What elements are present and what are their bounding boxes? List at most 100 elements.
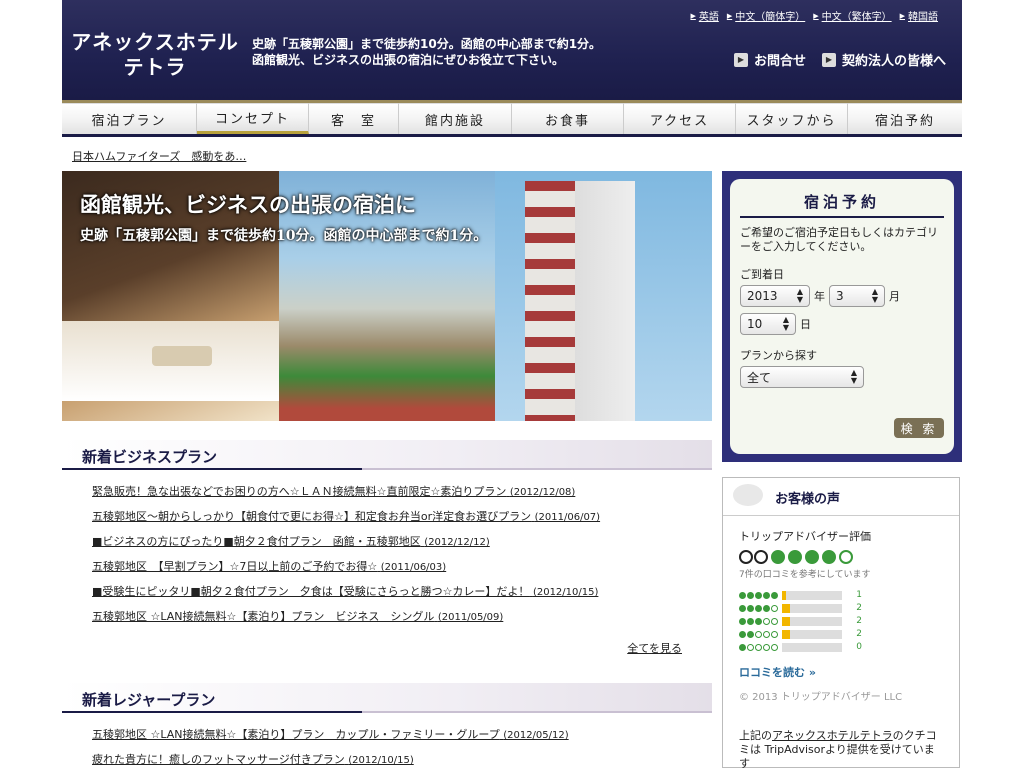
hotel-logo[interactable]: アネックスホテル テトラ: [70, 30, 240, 80]
nav-item-access[interactable]: アクセス: [624, 103, 736, 134]
lang-chinese-simplified-link[interactable]: ▶ 中文（簡体字）: [726, 8, 806, 24]
contact-label: お問合せ: [753, 54, 806, 69]
play-arrow-icon: ▶: [733, 52, 748, 67]
plan-link[interactable]: 五稜郭地区 【早割プラン】☆7日以上前のご予約でお得☆ (2011/06/03): [92, 559, 712, 576]
plan-title: ■ビジネスの方にぴったり■朝夕２食付プラン 函館・五稜郭地区: [92, 535, 421, 548]
plan-link[interactable]: ■受験生にピッタリ■朝夕２食付プラン 夕食は【受験にさらっと勝つ☆カレー】だよ！…: [92, 584, 712, 601]
plan-link[interactable]: 緊急販売！急な出張などでお困りの方へ☆ＬＡＮ接続無料☆直前限定☆素泊りプラン (…: [92, 484, 712, 501]
month-unit: 月: [889, 290, 900, 303]
corporate-button[interactable]: ▶ 契約法人の皆様へ: [821, 50, 946, 69]
distribution-bar: [782, 629, 842, 639]
lang-label: 中文（繁体字）: [821, 12, 892, 23]
rating-bubble: [839, 550, 853, 564]
nav-item-plans[interactable]: 宿泊プラン: [62, 103, 197, 134]
day-value: 10: [747, 317, 763, 331]
plan-date: (2011/06/07): [534, 512, 601, 523]
mini-bubbles: [739, 617, 778, 625]
hotel-review-link[interactable]: アネックスホテルテトラ: [772, 729, 893, 742]
nav-item-concept[interactable]: コンセプト: [197, 103, 309, 134]
contact-button[interactable]: ▶ お問合せ: [733, 50, 806, 69]
rating-bubble: [771, 550, 785, 564]
spinner-icon: ▲ ▼: [782, 315, 789, 332]
plan-title: 五稜郭地区 ☆LAN接続無料☆【素泊り】プラン ビジネス シングル: [92, 610, 435, 623]
rating-distribution-row: 1: [739, 590, 943, 600]
distribution-bar: [782, 603, 842, 613]
leisure-plans-section: 新着レジャープラン 五稜郭地区 ☆LAN接続無料☆【素泊り】プラン カップル・フ…: [62, 683, 712, 768]
distribution-count: 1: [856, 590, 862, 600]
logo-line1: アネックスホテル: [71, 30, 239, 54]
distribution-count: 0: [856, 642, 862, 652]
lang-english-link[interactable]: ▶ 英語: [690, 8, 719, 24]
read-reviews-link[interactable]: ロコミを読む »: [739, 664, 943, 680]
nav-item-rooms[interactable]: 客 室: [309, 103, 399, 134]
plan-title: 疲れた貴方に！癒しのフットマッサージ付きプラン: [92, 753, 345, 766]
see-all-link[interactable]: 全てを見る: [627, 640, 682, 656]
plan-link[interactable]: 五稜郭地区 ☆LAN接続無料☆【素泊り】プラン カップル・ファミリー・グループ …: [92, 727, 712, 744]
search-button[interactable]: 検 索: [894, 418, 944, 438]
nav-item-dining[interactable]: お食事: [512, 103, 624, 134]
plan-title: 五稜郭地区 ☆LAN接続無料☆【素泊り】プラン カップル・ファミリー・グループ: [92, 728, 500, 741]
lang-chinese-traditional-link[interactable]: ▶ 中文（繁体字）: [813, 8, 892, 24]
nav-item-staff[interactable]: スタッフから: [736, 103, 848, 134]
plan-link[interactable]: ■ビジネスの方にぴったり■朝夕２食付プラン 函館・五稜郭地区 (2012/12/…: [92, 534, 712, 551]
plan-label: プランから探す: [740, 349, 817, 362]
lang-label: 英語: [698, 12, 719, 23]
spinner-icon: ▲ ▼: [850, 368, 857, 385]
leisure-plan-list: 五稜郭地区 ☆LAN接続無料☆【素泊り】プラン カップル・ファミリー・グループ …: [62, 727, 712, 768]
distribution-count: 2: [856, 616, 862, 626]
speech-bubble-icon: [733, 484, 763, 506]
hero-text: 函館観光、ビジネスの出張の宿泊に 史跡「五稜郭公園」まで徒歩約10分。函館の中心…: [80, 189, 487, 245]
note-text: 上記の: [739, 729, 772, 742]
spinner-icon: ▲ ▼: [871, 287, 878, 304]
month-value: 3: [836, 289, 844, 303]
hero-headline: 函館観光、ビジネスの出張の宿泊に: [80, 192, 416, 217]
header-buttons: ▶ お問合せ ▶ 契約法人の皆様へ: [733, 50, 946, 69]
month-select[interactable]: 3 ▲ ▼: [829, 285, 885, 307]
lang-label: 中文（簡体字）: [735, 12, 806, 23]
rating-distribution-row: 0: [739, 642, 943, 652]
news-ticker-link[interactable]: 日本ハムファイターズ 感動をあ…: [72, 148, 246, 164]
plan-select[interactable]: 全て ▲ ▼: [740, 366, 864, 388]
rating-distribution-row: 2: [739, 616, 943, 626]
copyright: © 2013 トリップアドバイザー LLC: [739, 692, 903, 703]
plan-date: (2012/10/15): [348, 755, 414, 766]
day-select[interactable]: 10 ▲ ▼: [740, 313, 796, 335]
distribution-count: 2: [856, 629, 862, 639]
rating-bubble: [788, 550, 802, 564]
rating-bubble: [805, 550, 819, 564]
plan-date: (2012/12/08): [509, 487, 576, 498]
tripadvisor-note: 上記のアネックスホテルテトラのクチコミは TripAdvisorより提供を受けて…: [739, 729, 943, 768]
arrow-icon: ▶: [899, 11, 905, 20]
plan-link[interactable]: 疲れた貴方に！癒しのフットマッサージ付きプラン (2012/10/15): [92, 752, 712, 768]
year-select[interactable]: 2013 ▲ ▼: [740, 285, 810, 307]
mini-bubbles: [739, 591, 778, 599]
plan-date: (2011/06/03): [380, 562, 447, 573]
review-count: 7件の口コミを参考にしています: [739, 570, 871, 580]
section-header: 新着レジャープラン: [62, 683, 712, 713]
arrival-label: ご到着日: [740, 268, 784, 281]
plan-link[interactable]: 五稜郭地区 ☆LAN接続無料☆【素泊り】プラン ビジネス シングル (2011/…: [92, 609, 712, 626]
nav-item-reservation[interactable]: 宿泊予約: [848, 103, 962, 134]
mini-bubbles: [739, 630, 778, 638]
reservation-description: ご希望のご宿泊予定日もしくはカテゴリーをご入力してください。: [740, 226, 938, 253]
day-unit: 日: [800, 318, 811, 331]
header-tagline: 史跡「五稜郭公園」まで徒歩約10分。函館の中心部まで約1分。 函館観光、ビジネス…: [252, 36, 601, 68]
rating-distribution-row: 2: [739, 629, 943, 639]
plan-date: (2011/05/09): [437, 612, 504, 623]
rating-bubbles: [739, 550, 943, 564]
spinner-icon: ▲ ▼: [796, 287, 803, 304]
voice-title: お客様の声: [775, 492, 841, 507]
corporate-label: 契約法人の皆様へ: [841, 54, 946, 69]
nav-item-facilities[interactable]: 館内施設: [399, 103, 512, 134]
hero-banner: 函館観光、ビジネスの出張の宿泊に 史跡「五稜郭公園」まで徒歩約10分。函館の中心…: [62, 171, 712, 421]
mini-bubbles: [739, 604, 778, 612]
reservation-title: 宿泊予約: [740, 191, 944, 218]
arrow-icon: ▶: [690, 11, 696, 20]
arrow-icon: ▶: [726, 11, 733, 20]
rating-bubble: [822, 550, 836, 564]
plan-link[interactable]: 五稜郭地区～朝からしっかり【朝食付で更にお得☆】和定食お弁当or洋定食お選びプラ…: [92, 509, 712, 526]
plan-title: 緊急販売！急な出張などでお困りの方へ☆ＬＡＮ接続無料☆直前限定☆素泊りプラン: [92, 485, 507, 498]
distribution-bar: [782, 616, 842, 626]
year-unit: 年: [814, 290, 825, 303]
lang-korean-link[interactable]: ▶ 韓国語: [899, 8, 938, 24]
